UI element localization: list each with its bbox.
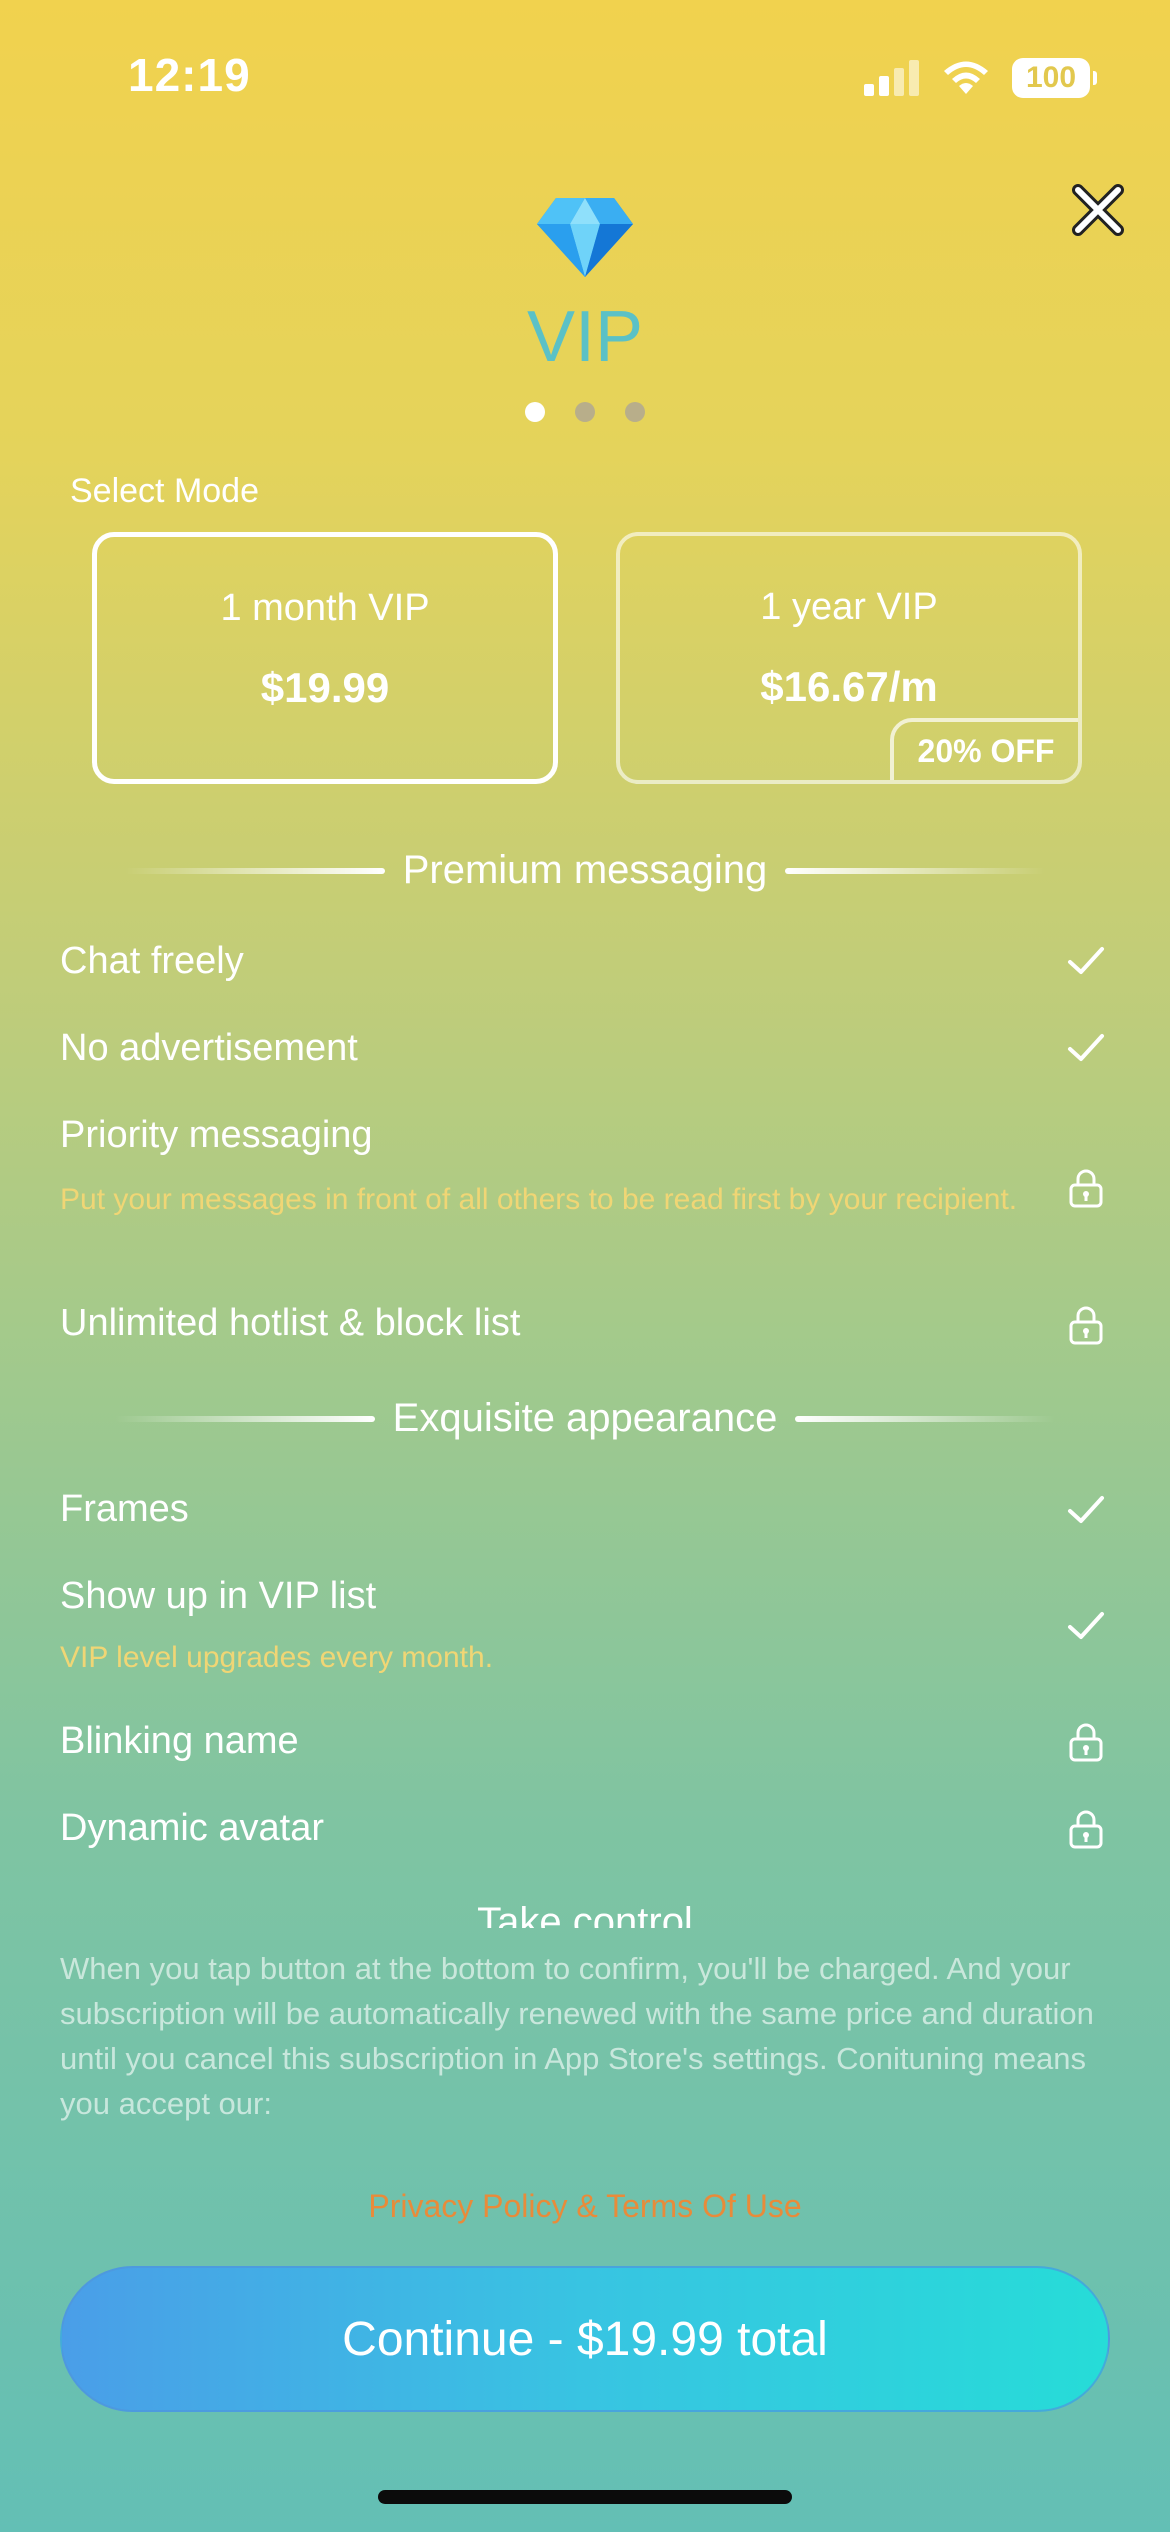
lock-icon [1069, 1306, 1103, 1345]
feature-no-advertisement: No advertisement [60, 1027, 358, 1069]
page-indicator[interactable] [0, 402, 1170, 422]
diamond-icon [537, 198, 633, 277]
feature-show-up-in-vip-list: Show up in VIP list [60, 1575, 377, 1617]
close-icon[interactable] [1066, 178, 1130, 242]
divider [114, 1415, 375, 1422]
lock-icon [1069, 1169, 1103, 1208]
feature-frames: Frames [60, 1488, 189, 1530]
check-icon [1068, 1034, 1104, 1061]
discount-badge: 20% OFF [890, 718, 1078, 780]
signal-icon [864, 60, 919, 96]
divider [785, 867, 1046, 874]
section-header-premium-messaging: Premium messaging [0, 848, 1170, 893]
feature-dynamic-avatar: Dynamic avatar [60, 1807, 324, 1849]
check-icon [1068, 1612, 1104, 1639]
divider [795, 1415, 1056, 1422]
privacy-terms-link[interactable]: Privacy Policy & Terms Of Use [0, 2188, 1170, 2225]
lock-icon [1069, 1810, 1103, 1849]
page-title: VIP [526, 297, 644, 377]
wifi-icon [944, 61, 988, 94]
plan-card-monthly[interactable]: 1 month VIP $19.99 [92, 532, 558, 784]
home-indicator [378, 2490, 792, 2504]
section-header-take-control: Take control [0, 1900, 1170, 1928]
plan-price: $19.99 [260, 664, 390, 711]
feature-description: VIP level upgrades every month. [60, 1641, 494, 1674]
continue-button[interactable]: Continue - $19.99 total [60, 2266, 1110, 2412]
page-dot[interactable] [625, 402, 645, 422]
divider [124, 867, 385, 874]
lock-icon [1069, 1723, 1103, 1762]
section-title: Take control [477, 1900, 693, 1928]
check-icon [1068, 947, 1104, 974]
section-title: Exquisite appearance [392, 1396, 778, 1440]
battery-indicator: 100 [1012, 58, 1097, 98]
subscription-terms: When you tap button at the bottom to con… [60, 1951, 1094, 2121]
page-dot[interactable] [525, 402, 545, 422]
status-icons: 100 [864, 58, 1097, 98]
feature-unlimited-hotlist: Unlimited hotlist & block list [60, 1302, 521, 1344]
page-dot[interactable] [575, 402, 595, 422]
plan-card-yearly[interactable]: 1 year VIP $16.67/m 20% OFF [616, 532, 1082, 784]
feature-priority-messaging: Priority messaging [60, 1114, 373, 1156]
check-icon [1068, 1496, 1104, 1523]
feature-blinking-name: Blinking name [60, 1720, 299, 1762]
plan-name: 1 year VIP [760, 586, 938, 628]
select-mode-label: Select Mode [70, 472, 259, 510]
feature-chat-freely: Chat freely [60, 940, 244, 982]
section-header-exquisite-appearance: Exquisite appearance [0, 1396, 1170, 1441]
status-time: 12:19 [128, 49, 251, 101]
plan-name: 1 month VIP [220, 587, 430, 629]
section-title: Premium messaging [402, 848, 768, 892]
plan-price: $16.67/m [760, 663, 938, 710]
feature-description: Put your messages in front of all others… [60, 1183, 1018, 1216]
section-header-take-control-clip: Take control [0, 1900, 1170, 1928]
